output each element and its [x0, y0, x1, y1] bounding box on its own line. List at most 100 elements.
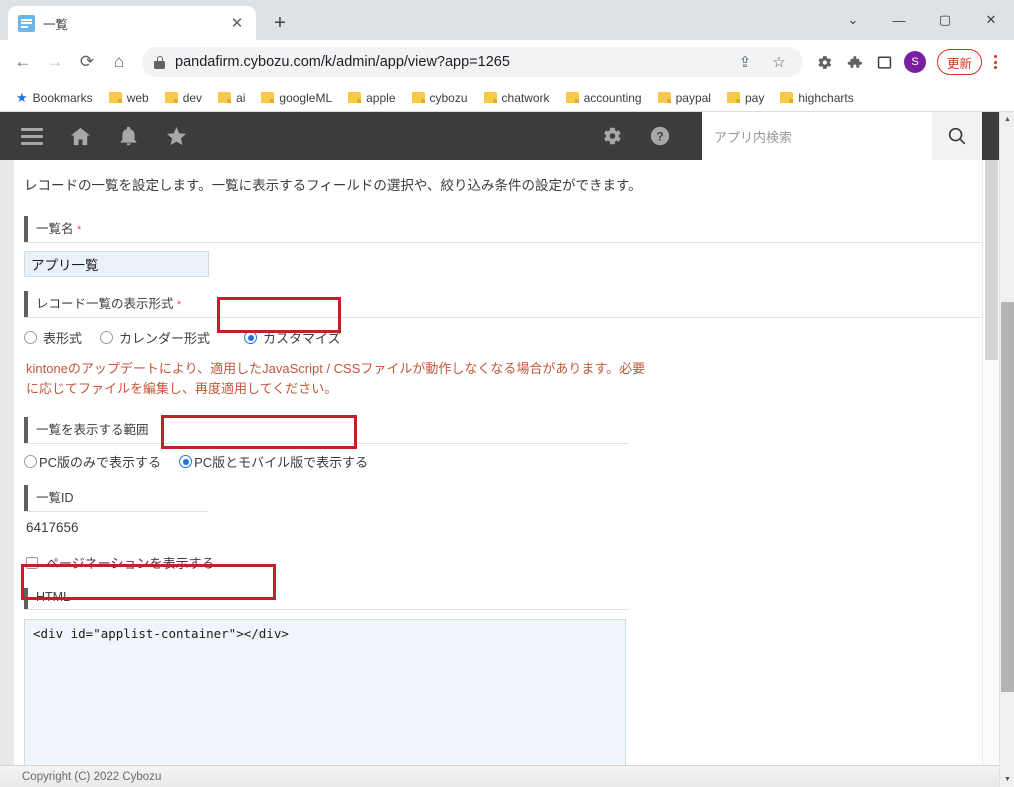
update-button[interactable]: 更新 — [937, 49, 982, 75]
star-icon[interactable] — [152, 112, 200, 160]
browser-menu-button[interactable] — [984, 55, 1006, 69]
content-scrollbar[interactable] — [982, 160, 999, 787]
app-search: アプリ内検索 — [702, 112, 982, 160]
radio-label: カレンダー形式 — [119, 328, 210, 347]
content-scrollbar-thumb[interactable] — [985, 160, 998, 360]
maximize-button[interactable]: ▢ — [922, 0, 968, 40]
field-label: 一覧を表示する範囲 — [24, 417, 157, 443]
bookmark-star-icon[interactable]: ☆ — [767, 50, 791, 74]
url-text: pandafirm.cybozu.com/k/admin/app/view?ap… — [175, 54, 723, 70]
bookmark-item[interactable]: highcharts — [774, 89, 859, 107]
bookmark-label: Bookmarks — [33, 91, 93, 105]
scroll-down-arrow[interactable]: ▼ — [1000, 772, 1014, 787]
address-bar[interactable]: pandafirm.cybozu.com/k/admin/app/view?ap… — [142, 47, 803, 77]
radio-label: カスタマイズ — [263, 328, 341, 347]
bookmark-label: googleML — [279, 91, 332, 105]
folder-icon — [218, 92, 231, 103]
view-name-input[interactable] — [24, 251, 209, 277]
folder-icon — [566, 92, 579, 103]
radio-icon — [24, 331, 37, 344]
field-display-format: レコード一覧の表示形式 * 表形式 カレンダー形式 — [24, 291, 958, 347]
bookmark-item[interactable]: paypal — [652, 89, 717, 107]
copyright-text: Copyright (C) 2022 Cybozu — [22, 771, 161, 783]
page-footer: Copyright (C) 2022 Cybozu — [0, 765, 999, 787]
svg-text:?: ? — [656, 130, 663, 144]
radio-label: PC版とモバイル版で表示する — [194, 452, 368, 471]
field-display-range: 一覧を表示する範囲 PC版のみで表示する PC版とモバイル版で表示する — [24, 417, 958, 471]
bookmark-item[interactable]: chatwork — [478, 89, 556, 107]
bookmark-item[interactable]: ai — [212, 89, 251, 107]
radio-option-pc-only[interactable]: PC版のみで表示する — [24, 452, 171, 471]
close-window-button[interactable]: ✕ — [968, 0, 1014, 40]
required-mark: * — [177, 299, 181, 311]
gear-icon[interactable] — [811, 48, 839, 76]
view-id-value: 6417656 — [26, 520, 958, 535]
bookmark-label: highcharts — [798, 91, 853, 105]
field-label: レコード一覧の表示形式 * — [24, 291, 189, 317]
avatar[interactable]: S — [901, 48, 929, 76]
page-viewport: ? アプリ内検索 レコードの一覧を設定します。一覧に表示するフィールドの選択や、… — [0, 112, 1014, 787]
bookmark-item[interactable]: cybozu — [406, 89, 474, 107]
new-tab-button[interactable]: + — [266, 9, 294, 37]
lock-icon — [154, 56, 165, 69]
checkbox-icon — [26, 557, 38, 569]
side-panel-icon[interactable] — [871, 48, 899, 76]
bookmark-item[interactable]: accounting — [560, 89, 648, 107]
kintone-settings-body: レコードの一覧を設定します。一覧に表示するフィールドの選択や、絞り込み条件の設定… — [0, 160, 999, 787]
folder-icon — [348, 92, 361, 103]
menu-icon[interactable] — [8, 112, 56, 160]
radio-option-customize[interactable]: カスタマイズ — [228, 328, 359, 347]
bookmark-label: dev — [183, 91, 202, 105]
folder-icon — [780, 92, 793, 103]
home-icon[interactable] — [56, 112, 104, 160]
pagination-checkbox-row[interactable]: ページネーションを表示する — [26, 553, 958, 572]
back-button[interactable]: ← — [8, 47, 38, 77]
folder-icon — [261, 92, 274, 103]
help-icon[interactable]: ? — [636, 112, 684, 160]
forward-button[interactable]: → — [40, 47, 70, 77]
page-description: レコードの一覧を設定します。一覧に表示するフィールドの選択や、絞り込み条件の設定… — [24, 174, 958, 194]
search-icon[interactable] — [932, 112, 982, 160]
display-range-radio-group: PC版のみで表示する PC版とモバイル版で表示する — [24, 452, 958, 471]
field-label: 一覧名 * — [24, 216, 89, 242]
search-input[interactable]: アプリ内検索 — [702, 112, 932, 160]
field-html: HTML <div id="applist-container"></div> — [24, 588, 958, 787]
bookmark-item[interactable]: pay — [721, 89, 770, 107]
bookmark-item[interactable]: apple — [342, 89, 401, 107]
radio-option-pc-and-mobile[interactable]: PC版とモバイル版で表示する — [171, 452, 378, 471]
gear-icon[interactable] — [588, 112, 636, 160]
share-icon[interactable]: ⇪ — [733, 50, 757, 74]
browser-tab[interactable]: 一覧 ✕ — [8, 6, 256, 40]
bookmark-item[interactable]: googleML — [255, 89, 338, 107]
html-textarea-wrapper: <div id="applist-container"></div> — [24, 610, 626, 787]
bookmark-item[interactable]: dev — [159, 89, 208, 107]
folder-icon — [484, 92, 497, 103]
radio-option-calendar[interactable]: カレンダー形式 — [100, 328, 228, 347]
extensions-puzzle-icon[interactable] — [841, 48, 869, 76]
kintone-app-header: ? アプリ内検索 — [0, 112, 999, 160]
reload-button[interactable]: ⟳ — [72, 47, 102, 77]
settings-scroll-region: レコードの一覧を設定します。一覧に表示するフィールドの選択や、絞り込み条件の設定… — [0, 160, 982, 787]
tab-title: 一覧 — [43, 14, 220, 33]
kintone-list-favicon — [18, 15, 35, 32]
folder-icon — [412, 92, 425, 103]
html-textarea[interactable]: <div id="applist-container"></div> — [24, 619, 626, 787]
tab-strip: 一覧 ✕ + ⌄ — ▢ ✕ — [0, 0, 1014, 40]
bookmark-item[interactable]: ★ Bookmarks — [10, 88, 99, 108]
bookmark-label: web — [127, 91, 149, 105]
folder-icon — [109, 92, 122, 103]
chevron-down-icon[interactable]: ⌄ — [830, 0, 876, 40]
radio-option-table[interactable]: 表形式 — [24, 328, 100, 347]
home-button[interactable]: ⌂ — [104, 47, 134, 77]
close-icon[interactable]: ✕ — [228, 14, 246, 32]
scroll-up-arrow[interactable]: ▲ — [1000, 112, 1014, 127]
window-scrollbar[interactable]: ▲ ▼ — [999, 112, 1014, 787]
folder-icon — [658, 92, 671, 103]
folder-icon — [165, 92, 178, 103]
bell-icon[interactable] — [104, 112, 152, 160]
required-mark: * — [77, 224, 81, 236]
minimize-button[interactable]: — — [876, 0, 922, 40]
field-label: 一覧ID — [24, 485, 82, 511]
bookmark-item[interactable]: web — [103, 89, 155, 107]
window-scrollbar-thumb[interactable] — [1001, 302, 1014, 692]
